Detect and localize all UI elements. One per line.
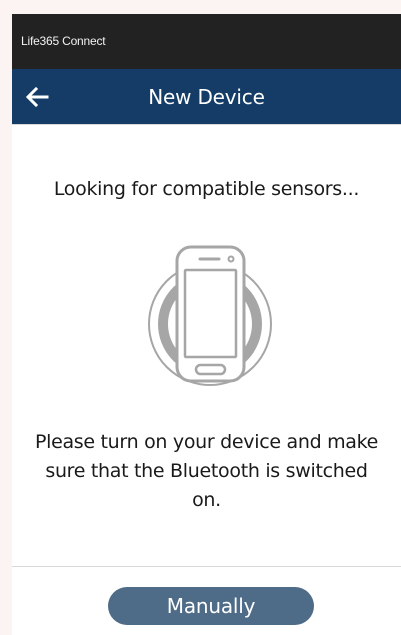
nav-bar: New Device — [12, 69, 401, 124]
divider — [12, 124, 401, 125]
manually-button[interactable]: Manually — [108, 587, 314, 625]
status-bar: Life365 Connect — [12, 14, 401, 69]
app-screen: Life365 Connect New Device Looking for c… — [12, 14, 401, 635]
app-name: Life365 Connect — [21, 34, 106, 48]
instructions-text: Please turn on your device and make sure… — [34, 431, 379, 511]
searching-status-text: Looking for compatible sensors... — [53, 178, 360, 200]
page-title: New Device — [148, 85, 265, 109]
smartphone-scanning-icon — [148, 245, 272, 386]
divider — [12, 566, 401, 567]
